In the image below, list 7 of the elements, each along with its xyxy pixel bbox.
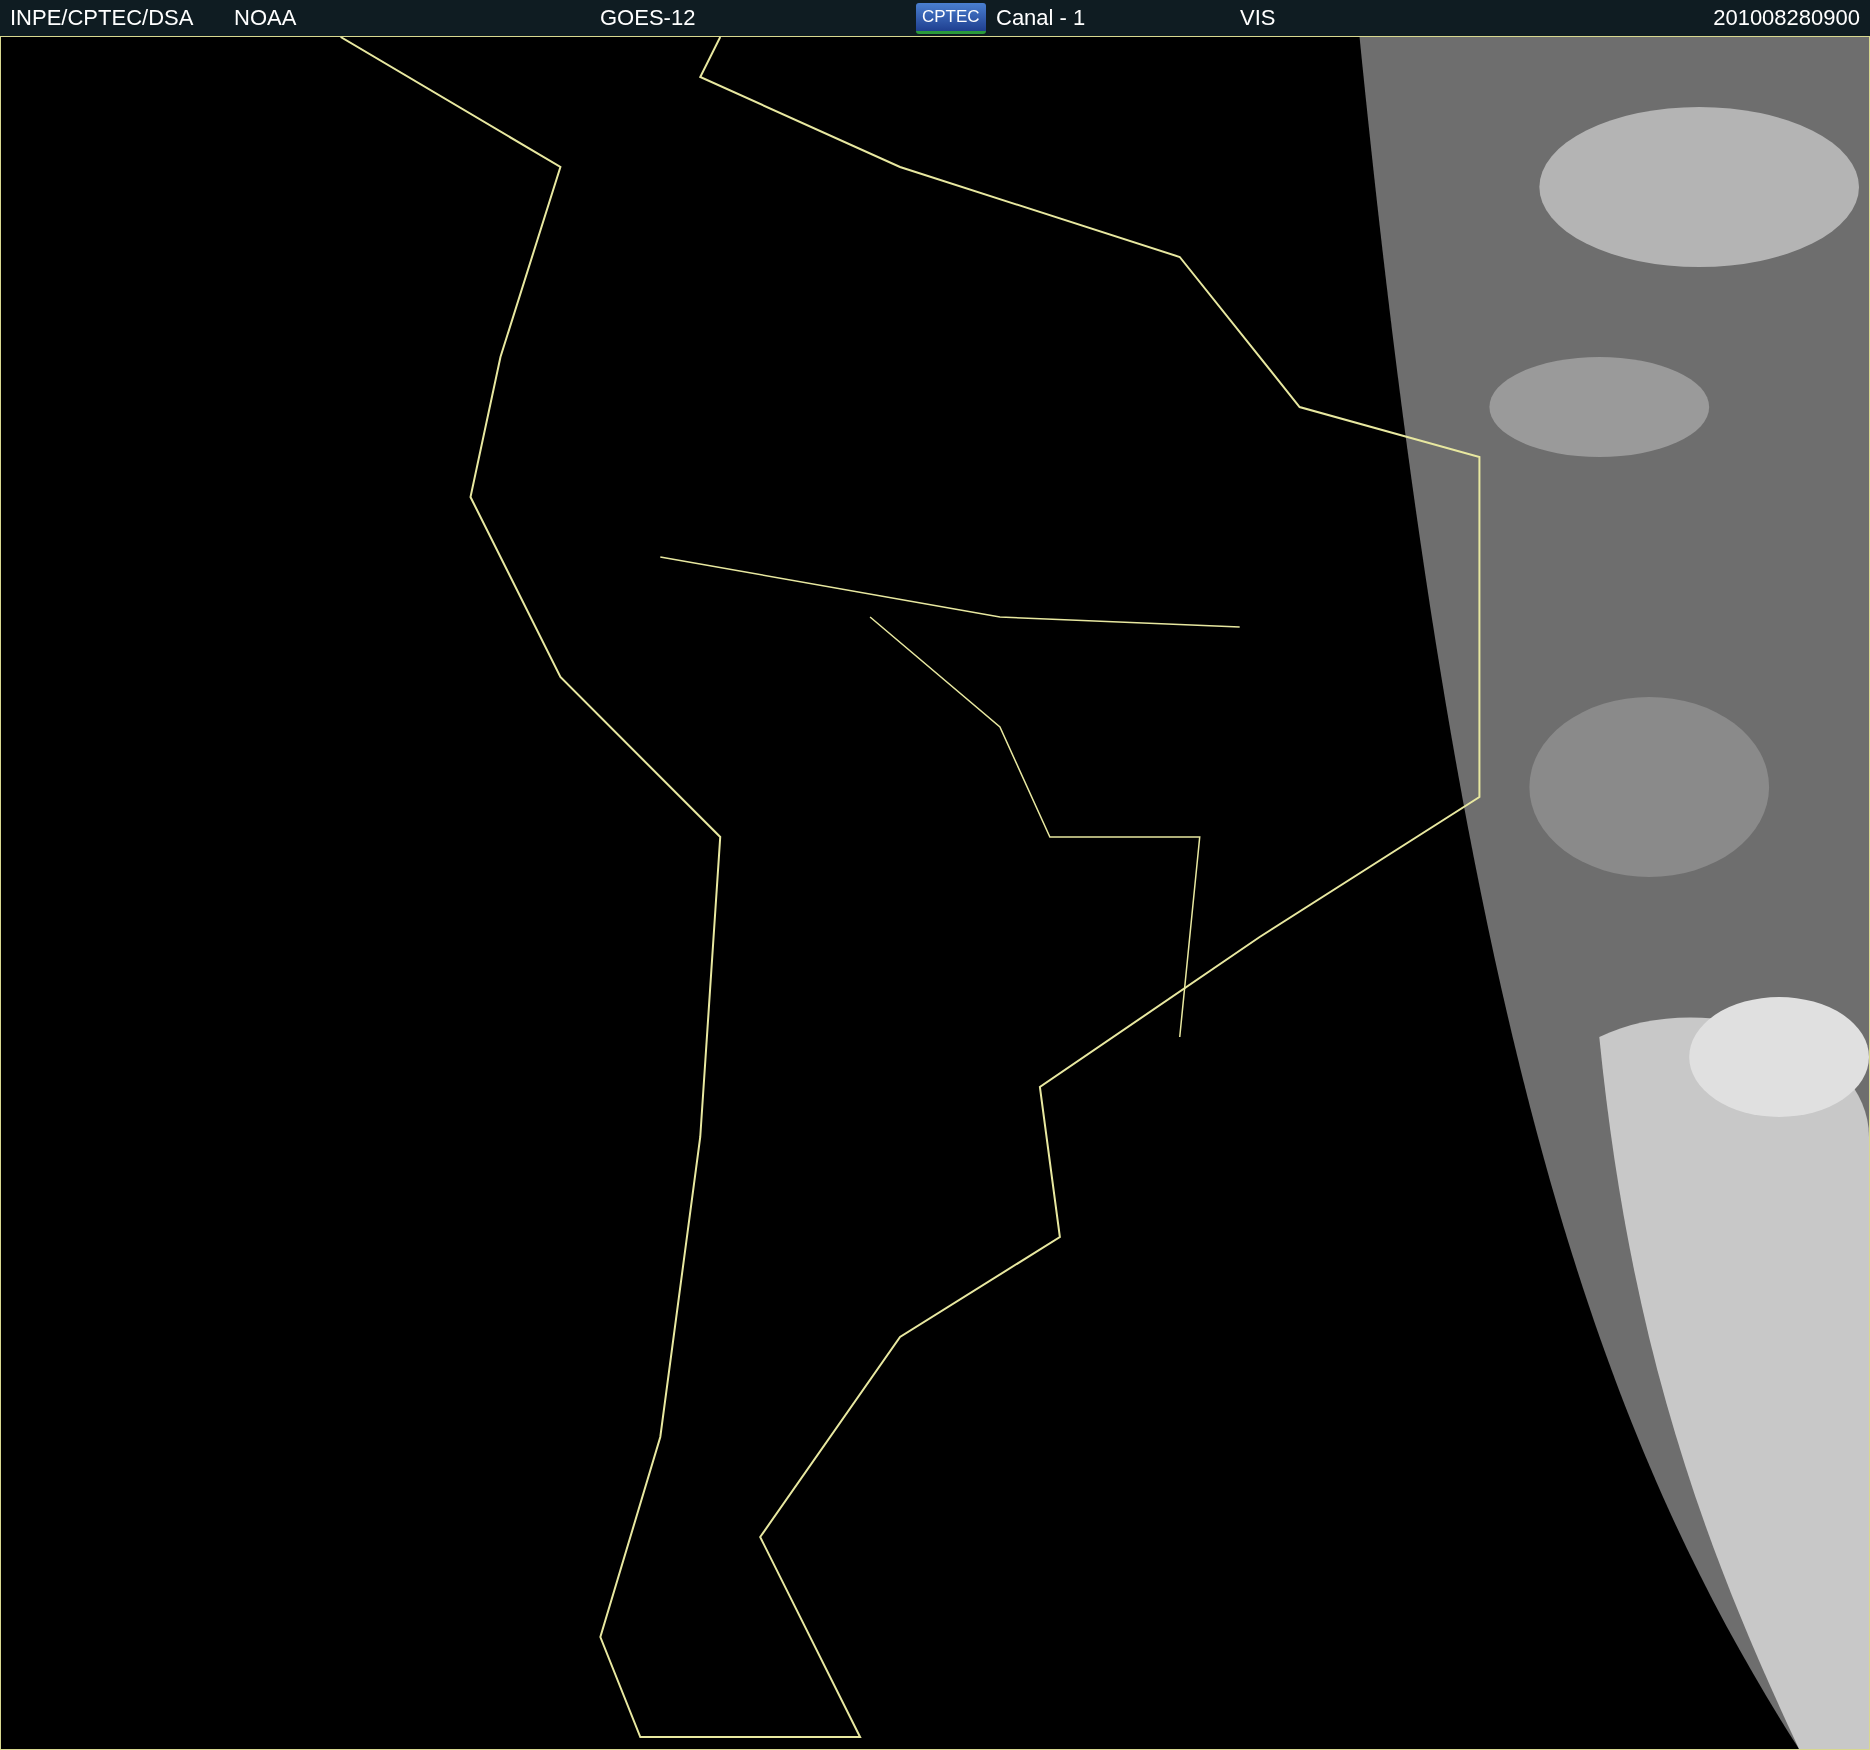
band-label: VIS xyxy=(1240,5,1276,31)
channel-label: Canal - 1 xyxy=(996,5,1086,31)
logo: CPTEC xyxy=(916,2,986,34)
timestamp-label: 201008280900 xyxy=(1713,5,1860,31)
satellite-label: GOES-12 xyxy=(600,5,696,31)
agency-label: NOAA xyxy=(234,5,297,31)
source-label: INPE/CPTEC/DSA xyxy=(10,5,194,31)
